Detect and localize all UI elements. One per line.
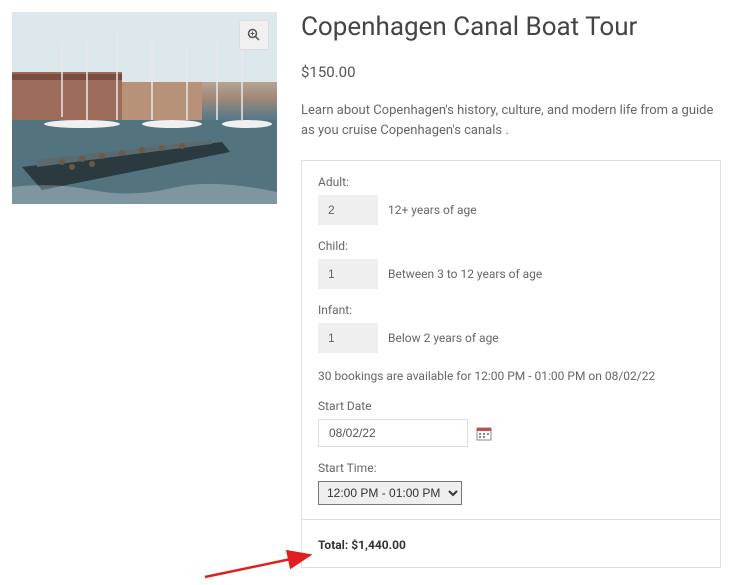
start-time-label: Start Time: bbox=[318, 461, 704, 475]
total-box: Total: $1,440.00 bbox=[301, 520, 721, 568]
adult-note: 12+ years of age bbox=[388, 203, 477, 217]
product-title: Copenhagen Canal Boat Tour bbox=[301, 12, 721, 43]
child-note: Between 3 to 12 years of age bbox=[388, 267, 542, 281]
adult-label: Adult: bbox=[318, 175, 704, 189]
product-price: $150.00 bbox=[301, 63, 721, 81]
infant-qty-input[interactable] bbox=[318, 323, 378, 353]
child-qty-input[interactable] bbox=[318, 259, 378, 289]
adult-qty-input[interactable] bbox=[318, 195, 378, 225]
booking-form: Adult: 12+ years of age Child: Between 3… bbox=[301, 160, 721, 520]
child-label: Child: bbox=[318, 239, 704, 253]
calendar-icon[interactable] bbox=[476, 426, 492, 441]
total-label: Total: bbox=[318, 538, 351, 552]
start-date-label: Start Date bbox=[318, 399, 704, 413]
zoom-icon[interactable] bbox=[239, 20, 269, 50]
product-description: Learn about Copenhagen's history, cultur… bbox=[301, 101, 721, 140]
infant-note: Below 2 years of age bbox=[388, 331, 499, 345]
start-date-input[interactable] bbox=[318, 419, 468, 447]
availability-text: 30 bookings are available for 12:00 PM -… bbox=[318, 369, 704, 383]
start-time-select[interactable]: 12:00 PM - 01:00 PM bbox=[318, 481, 462, 505]
product-image[interactable] bbox=[12, 12, 277, 204]
total-amount: $1,440.00 bbox=[351, 538, 406, 552]
infant-label: Infant: bbox=[318, 303, 704, 317]
